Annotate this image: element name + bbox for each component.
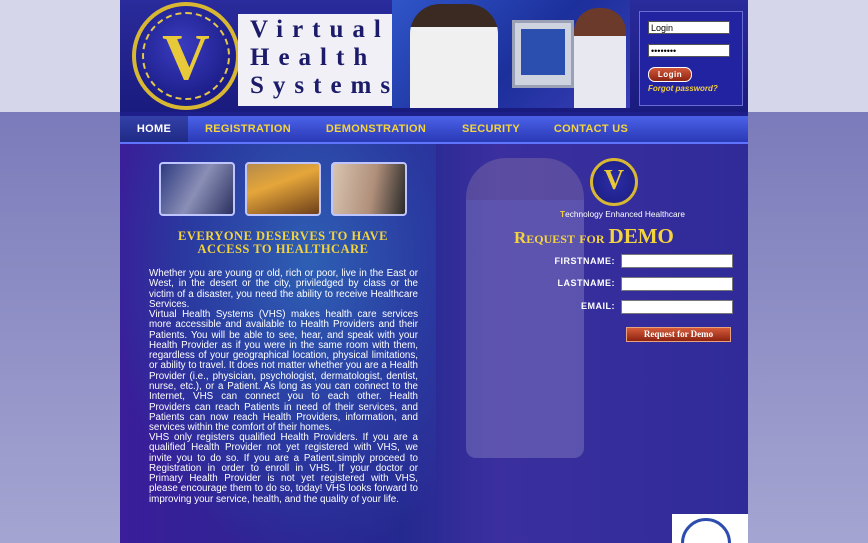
nurse-figure (574, 8, 626, 108)
password-input[interactable] (648, 44, 730, 57)
login-button[interactable]: Login (648, 67, 692, 82)
thumbnail-headset (331, 162, 407, 216)
page-container: V Virtual Health Systems Login Forgot pa… (120, 0, 748, 543)
request-demo-title: Request for DEMO (514, 224, 734, 249)
main-nav: HOME REGISTRATION DEMONSTRATION SECURITY… (120, 116, 748, 144)
hero-image (392, 0, 630, 108)
intro-paragraph: Whether you are young or old, rich or po… (149, 268, 418, 310)
tech-enhanced-tagline: Technology Enhanced Healthcare (560, 209, 690, 219)
brand-line-health: Health (250, 44, 377, 71)
registration-paragraph: VHS only registers qualified Health Prov… (149, 432, 418, 505)
title-part-2: DEMO (608, 224, 674, 248)
monitor-figure (512, 20, 574, 88)
firstname-input[interactable] (621, 254, 733, 268)
lastname-label: Lastname: (557, 278, 615, 288)
seal-circle (681, 518, 731, 543)
verification-seal[interactable] (672, 514, 748, 543)
nav-item-registration[interactable]: REGISTRATION (196, 116, 300, 142)
nav-item-demonstration[interactable]: DEMONSTRATION (316, 116, 436, 142)
right-column: V Technology Enhanced Healthcare Request… (436, 144, 748, 543)
doctor-figure (410, 4, 498, 108)
email-input[interactable] (621, 300, 733, 314)
logo-letter: V (162, 21, 210, 94)
small-vhs-logo: V (590, 158, 638, 206)
content-area: Everyone deserves to have access to heal… (120, 144, 748, 543)
forgot-password-link[interactable]: Forgot password? (648, 84, 718, 93)
lastname-input[interactable] (621, 277, 733, 291)
request-demo-button[interactable]: Request for Demo (626, 327, 731, 342)
nav-item-contact-us[interactable]: CONTACT US (544, 116, 638, 142)
thumbnail-patient (245, 162, 321, 216)
username-input[interactable] (648, 21, 730, 34)
title-part-1: Request for (514, 228, 605, 247)
nav-item-home[interactable]: HOME (120, 116, 188, 142)
about-paragraph: Virtual Health Systems (VHS) makes healt… (149, 309, 418, 434)
login-panel: Login Forgot password? (639, 11, 743, 106)
vhs-logo[interactable]: V (132, 2, 240, 110)
firstname-label: Firstname: (554, 256, 615, 266)
tagline: Everyone deserves to have access to heal… (178, 229, 388, 256)
left-column: Everyone deserves to have access to heal… (120, 144, 436, 543)
email-label: Email: (581, 301, 615, 311)
nav-item-security[interactable]: SECURITY (452, 116, 530, 142)
header: V Virtual Health Systems Login Forgot pa… (120, 0, 748, 112)
brand-line-systems: Systems (250, 72, 400, 99)
tech-text: echnology Enhanced Healthcare (565, 209, 686, 219)
thumbnail-video-consult (159, 162, 235, 216)
brand-line-virtual: Virtual (250, 16, 390, 43)
